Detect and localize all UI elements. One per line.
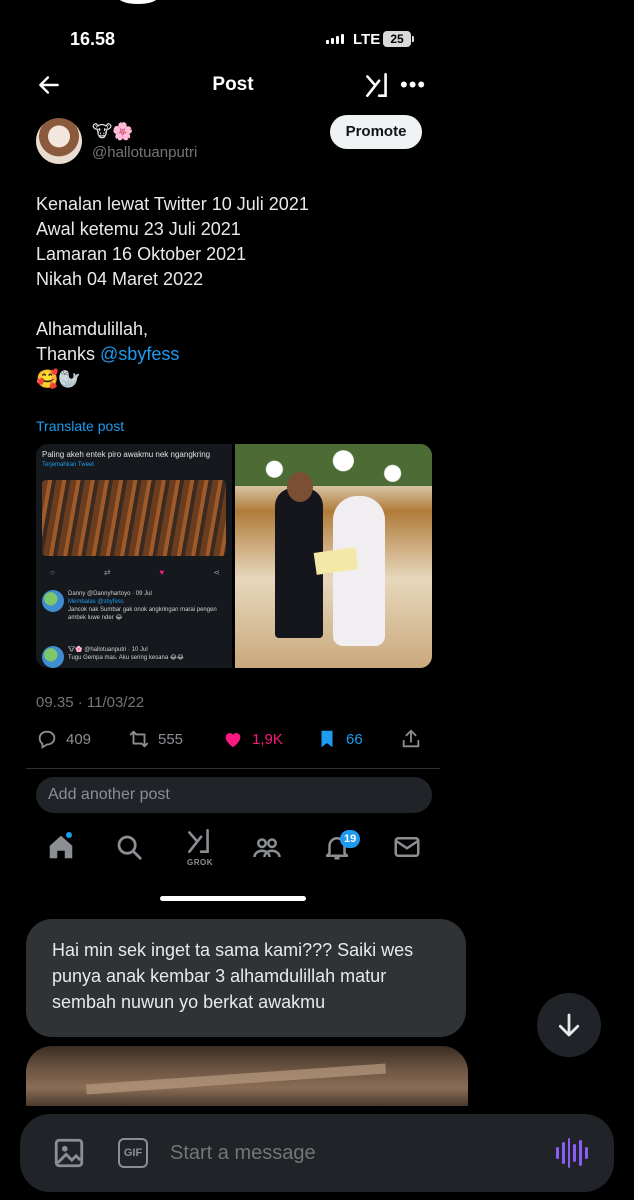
avatar [42, 590, 64, 612]
repost-icon [129, 730, 149, 748]
grok-icon[interactable] [184, 826, 214, 856]
heart-icon: ♥ [159, 568, 165, 577]
embedded-post-screenshot: 16.58 LTE 25 Post ••• 🐮🌸 @hallotuanputri… [26, 22, 440, 902]
display-name[interactable]: 🐮🌸 [92, 122, 133, 142]
status-bar: 16.58 LTE 25 [26, 22, 440, 56]
repost-icon: ⇄ [103, 568, 111, 577]
post-text: Kenalan lewat Twitter 10 Juli 2021 Awal … [36, 192, 426, 392]
like-count: 1,9K [252, 730, 283, 748]
reply-text: Jancok nak Sumbar gak onok angkringan ma… [68, 607, 217, 621]
image-message[interactable] [26, 1046, 468, 1106]
reply-icon [38, 730, 56, 749]
image-icon[interactable] [52, 1136, 86, 1170]
repost-button[interactable]: 555 [128, 728, 183, 750]
avatar[interactable] [36, 118, 82, 164]
reply-author: Danny @Dannyhartoyo · 09 Jul [68, 591, 152, 597]
avatar [42, 646, 64, 668]
bookmark-count: 66 [346, 730, 363, 748]
status-time: 16.58 [70, 29, 116, 49]
reply-icon: ○ [50, 568, 55, 577]
reply-author: 🐮🌸 @hallotuanputri · 10 Jul [68, 647, 148, 653]
share-icon [402, 729, 420, 748]
share-button[interactable] [400, 728, 422, 750]
repost-count: 555 [158, 730, 184, 748]
author-handle[interactable]: @hallotuanputri [92, 144, 197, 161]
post-thanks-line: Thanks @sbyfess [36, 342, 426, 367]
quoted-text: Paling akeh entek piro awakmu nek ngangk… [42, 450, 211, 459]
thanks-text: Thanks [36, 344, 101, 364]
reply-replying: Membalas @sbyfess [68, 599, 124, 605]
like-button[interactable]: 1,9K [222, 728, 283, 750]
post-line: Kenalan lewat Twitter 10 Juli 2021 [36, 194, 309, 214]
promote-button[interactable]: Promote [330, 115, 422, 149]
communities-icon[interactable] [252, 832, 282, 862]
more-icon[interactable]: ••• [400, 72, 426, 98]
post-timestamp: 09.35 · 11/03/22 [36, 694, 145, 711]
mail-icon[interactable] [392, 832, 422, 862]
post-line: Awal ketemu 23 Juli 2021 [36, 219, 241, 239]
divider [26, 768, 440, 769]
floral-decoration [235, 444, 432, 486]
grok-label: GROK [187, 858, 213, 867]
arrow-down-icon [558, 1013, 580, 1037]
quoted-tweet-image[interactable]: Paling akeh entek piro awakmu nek ngangk… [36, 444, 232, 668]
engagement-bar: 409 555 1,9K 66 [36, 728, 432, 752]
bottom-nav: GROK 19 [26, 822, 440, 878]
message-input[interactable] [170, 1134, 550, 1172]
message-composer: GIF [20, 1114, 614, 1192]
camera-blob [118, 0, 158, 4]
network-label: LTE [353, 31, 381, 48]
share-icon: ⋖ [213, 568, 220, 577]
voice-icon[interactable] [556, 1136, 588, 1170]
post-emoji-line: 🥰🦭 [36, 369, 81, 389]
reply-count: 409 [66, 730, 92, 748]
received-message-bubble[interactable]: Hai min sek inget ta sama kami??? Saiki … [26, 919, 466, 1037]
bookmark-button[interactable]: 66 [316, 728, 363, 750]
post-line: Alhamdulillah, [36, 319, 149, 339]
grok-icon[interactable] [364, 70, 390, 100]
reply-button[interactable]: 409 [36, 728, 91, 750]
post-topbar: Post ••• [26, 66, 440, 106]
post-line: Lamaran 16 Oktober 2021 [36, 244, 247, 264]
add-post-input[interactable]: Add another post [36, 777, 432, 813]
bookmark-icon [321, 730, 333, 748]
reply-text: Tugu Gempa mas. Aku sering kesana 😂😂 [68, 655, 184, 661]
notifications-badge: 19 [340, 830, 361, 848]
post-line: Nikah 04 Maret 2022 [36, 269, 204, 289]
quoted-actions: ○ ⇄ ♥ ⋖ [50, 568, 220, 577]
post-media[interactable]: Paling akeh entek piro awakmu nek ngangk… [36, 444, 432, 668]
search-icon[interactable] [114, 832, 144, 862]
signal-icon [326, 34, 344, 44]
gif-button[interactable]: GIF [118, 1138, 148, 1168]
post-line [36, 292, 426, 317]
home-indicator [160, 896, 306, 901]
translate-post-link[interactable]: Translate post [36, 418, 124, 434]
quoted-translate: Terjemahkan Tweet [42, 462, 94, 468]
home-unread-dot [66, 832, 72, 838]
mention-link[interactable]: @sbyfess [100, 344, 179, 364]
battery-icon: 25 [383, 31, 411, 47]
wedding-photo[interactable] [235, 444, 432, 668]
heart-icon [225, 733, 241, 748]
food-photo [42, 480, 226, 556]
scroll-to-bottom-button[interactable] [537, 993, 601, 1057]
